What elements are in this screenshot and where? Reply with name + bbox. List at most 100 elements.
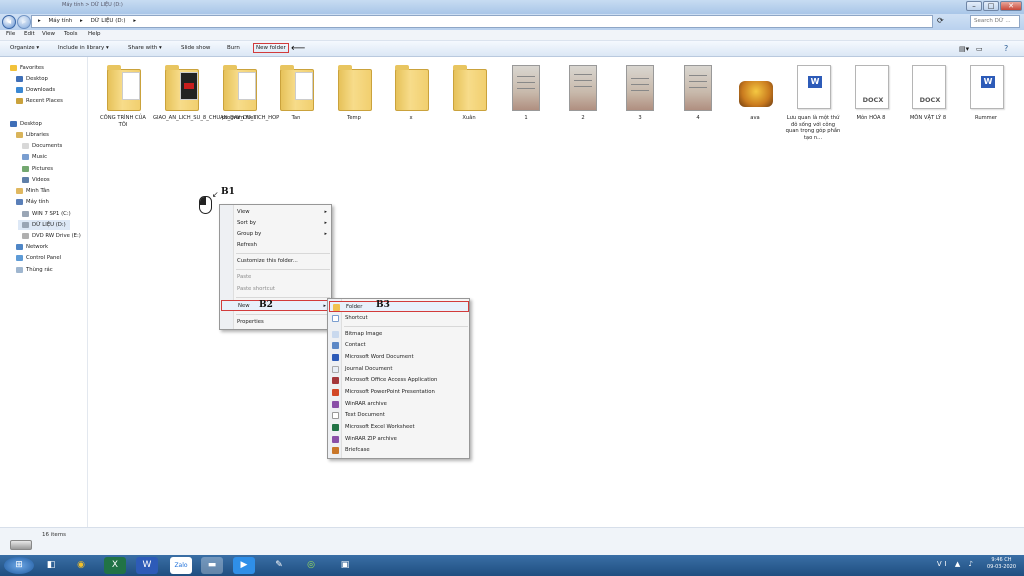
nav-network[interactable]: Network: [16, 242, 48, 252]
menu-tools[interactable]: Tools: [64, 31, 78, 37]
nav-recent-places[interactable]: Recent Places: [16, 96, 63, 106]
file-item[interactable]: W Lưu quan là một thứ đô sống với công q…: [785, 63, 841, 141]
excel-icon[interactable]: X: [104, 557, 126, 574]
new-excel-item[interactable]: Microsoft Excel Worksheet: [329, 422, 469, 433]
help-icon[interactable]: ?: [1004, 44, 1008, 53]
preview-pane-icon[interactable]: ▭: [976, 45, 983, 53]
file-item[interactable]: DOCX MÔN VẬT LÝ 8: [900, 63, 956, 122]
refresh-icon[interactable]: ⟳: [937, 16, 944, 25]
forward-icon[interactable]: ▸: [17, 15, 31, 29]
system-tray[interactable]: VI ▲ ♪: [937, 560, 976, 568]
new-word-item[interactable]: Microsoft Word Document: [329, 352, 469, 363]
file-item[interactable]: 3: [612, 63, 668, 122]
breadcrumb-arrow[interactable]: ▸: [80, 18, 83, 24]
file-item[interactable]: ava: [727, 63, 783, 122]
share-with-button[interactable]: Share with ▾: [128, 45, 162, 51]
nav-control-panel[interactable]: Control Panel: [16, 253, 61, 263]
new-journal-item[interactable]: Journal Document: [329, 364, 469, 375]
start-button[interactable]: ⊞: [4, 557, 34, 574]
back-icon[interactable]: ◂: [2, 15, 16, 29]
new-text-item[interactable]: Text Document: [329, 410, 469, 421]
new-contact-item[interactable]: Contact: [329, 340, 469, 351]
nav-pictures[interactable]: Pictures: [22, 164, 53, 174]
menu-edit[interactable]: Edit: [24, 31, 35, 37]
word-icon[interactable]: W: [136, 557, 158, 574]
new-powerpoint-item[interactable]: Microsoft PowerPoint Presentation: [329, 387, 469, 398]
file-item[interactable]: DOCX Môn HÓA 8: [843, 63, 899, 122]
nav-libraries[interactable]: Libraries: [16, 130, 49, 140]
file-item[interactable]: 2: [555, 63, 611, 122]
file-item[interactable]: 1: [498, 63, 554, 122]
browser-icon[interactable]: ◎: [300, 557, 322, 574]
context-paste-shortcut[interactable]: Paste shortcut: [221, 284, 331, 295]
menu-view[interactable]: View: [42, 31, 55, 37]
file-item[interactable]: CÔNG TRÌNH CỦA TÔI: [95, 63, 151, 128]
file-item[interactable]: Temp: [326, 63, 382, 122]
file-item[interactable]: GIAO_AN_LICH_SU_8_CHUAN_DAY_DU_TICH_HOP: [153, 63, 279, 122]
clock[interactable]: 9:46 CH 09-03-2020: [987, 557, 1016, 571]
new-folder-item[interactable]: Folder: [329, 301, 469, 312]
context-properties[interactable]: Properties: [221, 317, 331, 328]
nav-computer[interactable]: Máy tính: [16, 197, 49, 207]
new-zip-item[interactable]: WinRAR ZIP archive: [329, 434, 469, 445]
title-bar: Máy tính > DỮ LIỆU (D:) – □ ✕: [0, 0, 1024, 14]
explorer-icon[interactable]: ▬: [201, 557, 223, 574]
menu-help[interactable]: Help: [88, 31, 101, 37]
nav-videos[interactable]: Videos: [22, 175, 50, 185]
context-refresh[interactable]: Refresh: [221, 240, 331, 251]
zoom-icon[interactable]: ▶: [233, 557, 255, 574]
nav-music[interactable]: Music: [22, 152, 47, 162]
context-menu: View ▸ Sort by ▸ Group by ▸ Refresh Customi…: [219, 204, 332, 330]
file-item[interactable]: 4: [670, 63, 726, 122]
nav-e-drive[interactable]: DVD RW Drive (E:): [22, 231, 81, 241]
maximize-button[interactable]: □: [983, 1, 999, 11]
nav-downloads[interactable]: Downloads: [16, 85, 55, 95]
chrome-icon[interactable]: ◉: [70, 557, 92, 574]
breadcrumb-d-drive[interactable]: DỮ LIỆU (D:): [91, 18, 126, 24]
address-bar[interactable]: ▸ Máy tính ▸ DỮ LIỆU (D:) ▸: [31, 15, 933, 28]
nav-recycle-bin[interactable]: Thùng rác: [16, 265, 53, 275]
context-sort-by[interactable]: Sort by ▸: [221, 218, 331, 229]
nav-d-drive[interactable]: DỮ LIỆU (D:): [18, 220, 70, 230]
windows-media-icon[interactable]: ◧: [40, 557, 62, 574]
nav-documents[interactable]: Documents: [22, 141, 62, 151]
breadcrumb-arrow[interactable]: ▸: [38, 18, 41, 24]
minimize-button[interactable]: –: [966, 1, 982, 11]
new-winrar-item[interactable]: WinRAR archive: [329, 399, 469, 410]
menu-file[interactable]: File: [6, 31, 15, 37]
context-customize[interactable]: Customize this folder...: [221, 256, 331, 267]
breadcrumb-arrow[interactable]: ▸: [133, 18, 136, 24]
nav-desktop-root[interactable]: Desktop: [10, 119, 42, 129]
journal-icon: [332, 366, 339, 373]
include-library-button[interactable]: Include in library ▾: [58, 45, 109, 51]
new-access-item[interactable]: Microsoft Office Access Application: [329, 375, 469, 386]
context-view[interactable]: View ▸: [221, 207, 331, 218]
file-item[interactable]: W Rummer: [958, 63, 1014, 122]
app-icon[interactable]: ✎: [268, 557, 290, 574]
new-bitmap-item[interactable]: Bitmap Image: [329, 329, 469, 340]
nav-user[interactable]: Minh Tân: [16, 186, 50, 196]
file-item[interactable]: Xuân: [441, 63, 497, 122]
context-paste[interactable]: Paste: [221, 272, 331, 283]
breadcrumb-computer[interactable]: Máy tính: [49, 18, 73, 24]
file-item[interactable]: Tan: [268, 63, 324, 122]
organize-button[interactable]: Organize ▾: [10, 45, 39, 51]
burn-button[interactable]: Burn: [227, 45, 240, 51]
search-input[interactable]: Search DỮ ...: [970, 15, 1020, 28]
new-briefcase-item[interactable]: Briefcase: [329, 445, 469, 456]
network-app-icon[interactable]: ▣: [334, 557, 356, 574]
nav-desktop[interactable]: Desktop: [16, 74, 48, 84]
nav-favorites[interactable]: Favorites: [10, 63, 44, 73]
file-item[interactable]: program files: [211, 63, 267, 122]
file-item[interactable]: x: [383, 63, 439, 122]
context-new[interactable]: New ▸: [221, 300, 331, 311]
new-folder-button[interactable]: New folder: [253, 43, 289, 53]
text-document-icon: [332, 412, 339, 419]
close-button[interactable]: ✕: [1000, 1, 1022, 11]
slide-show-button[interactable]: Slide show: [181, 45, 210, 51]
zalo-icon[interactable]: Zalo: [170, 557, 192, 574]
context-group-by[interactable]: Group by ▸: [221, 229, 331, 240]
view-options-icon[interactable]: ▤▾: [959, 45, 969, 53]
new-shortcut-item[interactable]: Shortcut: [329, 313, 469, 324]
nav-c-drive[interactable]: WIN 7 SP1 (C:): [22, 209, 71, 219]
